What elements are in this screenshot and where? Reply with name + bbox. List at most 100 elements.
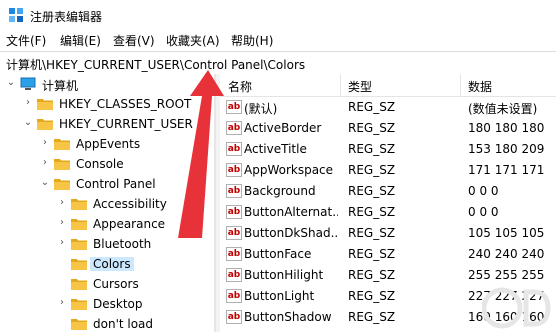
value-type: REG_SZ [348, 310, 396, 324]
string-value-icon: ab [226, 121, 242, 135]
chevron-right-icon[interactable]: › [40, 138, 50, 148]
value-name: ButtonHilight [244, 268, 324, 282]
chevron-right-icon[interactable]: › [23, 98, 33, 108]
string-value-icon: ab [226, 100, 242, 114]
tree-item-label: HKEY_CURRENT_USER [59, 117, 193, 131]
menu-file[interactable]: 文件(F) [6, 32, 46, 49]
value-name: ButtonFace [244, 247, 312, 261]
folder-icon [54, 179, 70, 190]
value-data: 153 180 209 [468, 142, 545, 156]
chevron-down-icon[interactable]: ⌄ [23, 118, 33, 128]
folder-icon [71, 299, 87, 310]
tree-item[interactable]: Cursors [0, 274, 214, 294]
tree-item[interactable]: Colors [0, 254, 214, 274]
menu-edit[interactable]: 编辑(E) [60, 32, 101, 49]
menu-help[interactable]: 帮助(H) [231, 32, 273, 49]
chevron-down-icon[interactable]: ⌄ [6, 78, 16, 88]
tree-item[interactable]: › HKEY_CLASSES_ROOT [0, 94, 214, 114]
column-header-data[interactable]: 数据 [468, 78, 492, 95]
string-value-icon: ab [226, 268, 242, 282]
string-value-icon: ab [226, 226, 242, 240]
value-data: 105 105 105 [468, 226, 545, 240]
value-row[interactable]: ab Background REG_SZ 0 0 0 [220, 181, 556, 202]
tree-item-label: Control Panel [76, 177, 156, 191]
tree-item-label: don't load [93, 317, 154, 331]
string-value-icon: ab [226, 163, 242, 177]
folder-icon [71, 219, 87, 230]
address-bar[interactable]: 计算机\HKEY_CURRENT_USER\Control Panel\Colo… [0, 51, 556, 75]
menu-bar: 文件(F) 编辑(E) 查看(V) 收藏夹(A) 帮助(H) [0, 30, 556, 50]
tree-item-label: Bluetooth [93, 237, 152, 251]
value-data: 240 240 240 [468, 247, 545, 261]
folder-icon [71, 199, 87, 210]
tree-item[interactable]: ⌄ HKEY_CURRENT_USER [0, 114, 214, 134]
tree-item[interactable]: › AppEvents [0, 134, 214, 154]
value-type: REG_SZ [348, 142, 396, 156]
value-name: Background [244, 184, 316, 198]
value-name: ButtonDkShad... [244, 226, 338, 240]
value-data: 171 171 171 [468, 163, 545, 177]
value-row[interactable]: ab ButtonDkShad... REG_SZ 105 105 105 [220, 223, 556, 244]
menu-favorites[interactable]: 收藏夹(A) [166, 32, 220, 49]
tree-item[interactable]: don't load [0, 314, 214, 332]
value-data: 180 180 180 [468, 121, 545, 135]
value-type: REG_SZ [348, 163, 396, 177]
column-header-name[interactable]: 名称 [228, 78, 252, 95]
folder-icon [71, 259, 87, 270]
value-row[interactable]: ab ButtonFace REG_SZ 240 240 240 [220, 244, 556, 265]
chevron-right-icon[interactable]: › [57, 218, 67, 228]
title-bar: 注册表编辑器 [0, 0, 556, 30]
tree-item-label: Appearance [93, 217, 166, 231]
address-path[interactable]: 计算机\HKEY_CURRENT_USER\Control Panel\Colo… [6, 56, 305, 73]
tree-item[interactable]: ⌄ Control Panel [0, 174, 214, 194]
folder-icon [71, 319, 87, 330]
menu-view[interactable]: 查看(V) [113, 32, 155, 49]
string-value-icon: ab [226, 247, 242, 261]
value-data: (数值未设置) [468, 102, 538, 116]
value-name: ButtonLight [244, 289, 315, 303]
value-type: REG_SZ [348, 226, 396, 240]
folder-icon [54, 159, 70, 170]
value-name: (默认) [244, 102, 278, 116]
value-name: ActiveTitle [244, 142, 307, 156]
chevron-right-icon[interactable]: › [57, 298, 67, 308]
folder-icon [37, 99, 53, 110]
value-name: ButtonAlternat... [244, 205, 338, 219]
tree-item[interactable]: ⌄ 计算机 [0, 74, 214, 94]
value-row[interactable]: ab ActiveBorder REG_SZ 180 180 180 [220, 118, 556, 139]
tree-item[interactable]: › Bluetooth [0, 234, 214, 254]
tree-item-label: Colors [90, 257, 134, 271]
value-row[interactable]: ab AppWorkspace REG_SZ 171 171 171 [220, 160, 556, 181]
column-separator[interactable] [460, 74, 461, 96]
value-type: REG_SZ [348, 100, 396, 114]
window-title: 注册表编辑器 [30, 10, 103, 24]
value-row[interactable]: ab (默认) REG_SZ (数值未设置) [220, 97, 556, 118]
folder-icon [71, 239, 87, 250]
tree-item[interactable]: › Desktop [0, 294, 214, 314]
tree-item-label: 计算机 [42, 79, 79, 93]
tree-item-label: Console [76, 157, 124, 171]
tree-item-label: Cursors [93, 277, 139, 291]
string-value-icon: ab [226, 184, 242, 198]
value-data: 0 0 0 [468, 205, 499, 219]
tree-item[interactable]: › Appearance [0, 214, 214, 234]
computer-icon [20, 77, 36, 90]
list-header: 名称 类型 数据 [220, 74, 556, 97]
chevron-right-icon[interactable]: › [57, 238, 67, 248]
registry-editor-icon [9, 8, 23, 22]
column-separator[interactable] [340, 74, 341, 96]
value-type: REG_SZ [348, 121, 396, 135]
column-header-type[interactable]: 类型 [348, 78, 372, 95]
value-row[interactable]: ab ButtonAlternat... REG_SZ 0 0 0 [220, 202, 556, 223]
chevron-right-icon[interactable]: › [57, 198, 67, 208]
key-tree: ⌄ 计算机 › HKEY_CLASSES_ROOT ⌄ HKEY_CURRENT_USER… [0, 74, 214, 332]
tree-item[interactable]: › Accessibility [0, 194, 214, 214]
value-row[interactable]: ab ActiveTitle REG_SZ 153 180 209 [220, 139, 556, 160]
chevron-down-icon[interactable]: ⌄ [40, 178, 50, 188]
value-type: REG_SZ [348, 184, 396, 198]
chevron-right-icon[interactable]: › [40, 158, 50, 168]
tree-item-label: HKEY_CLASSES_ROOT [59, 97, 192, 111]
value-type: REG_SZ [348, 289, 396, 303]
tree-item[interactable]: › Console [0, 154, 214, 174]
string-value-icon: ab [226, 310, 242, 324]
